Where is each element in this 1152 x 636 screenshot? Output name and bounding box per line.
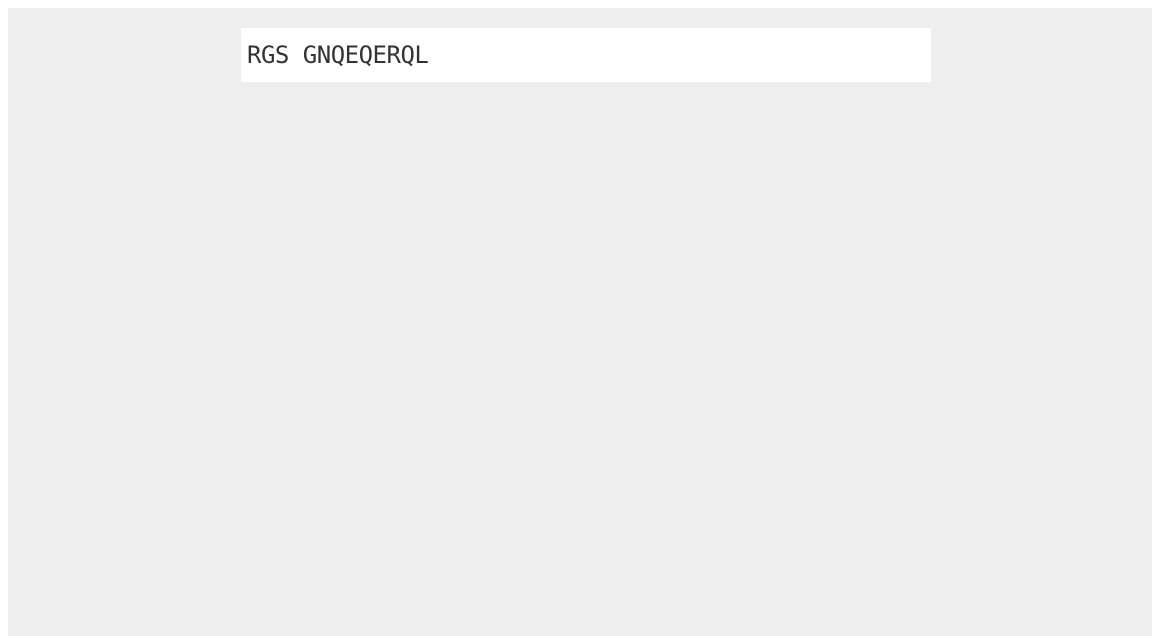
text-field-value: RGS GNQEQERQL bbox=[247, 41, 429, 69]
content-area: RGS GNQEQERQL bbox=[8, 8, 1152, 636]
text-field[interactable]: RGS GNQEQERQL bbox=[241, 28, 931, 82]
